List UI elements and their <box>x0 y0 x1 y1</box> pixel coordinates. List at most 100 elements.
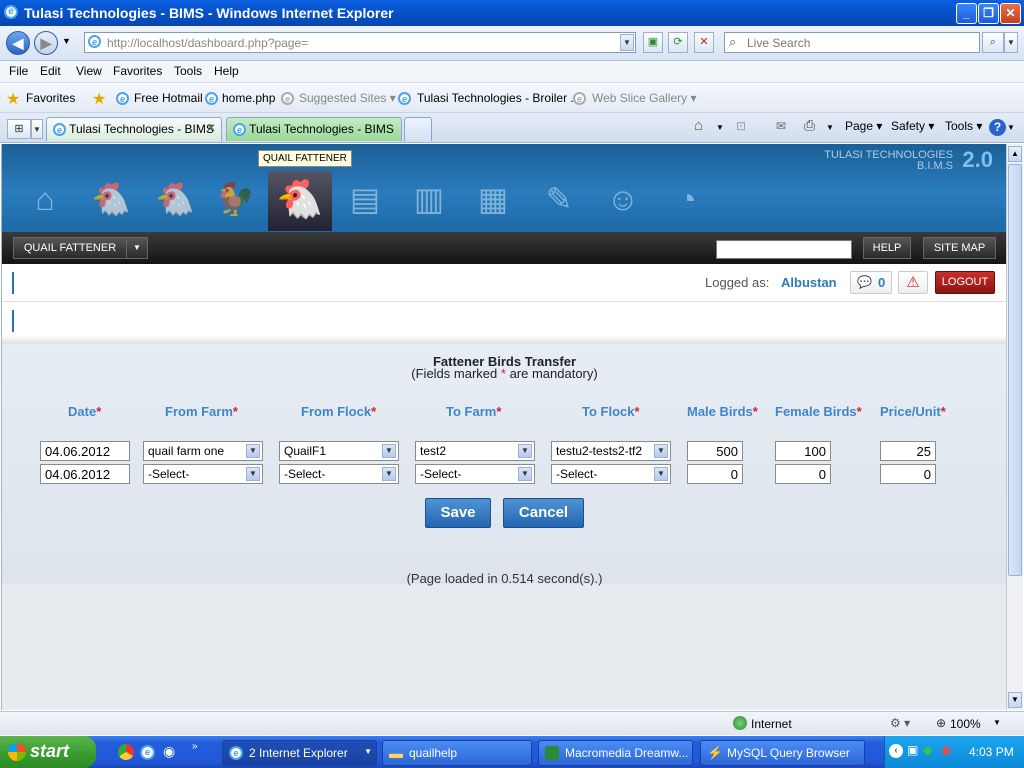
ie-quicklaunch-icon[interactable]: e <box>140 745 155 760</box>
date-input[interactable]: 04.06.2012 <box>40 464 130 484</box>
search-go-button[interactable]: ⌕ <box>982 32 1004 53</box>
male-birds-input[interactable]: 500 <box>687 441 743 461</box>
menu-file[interactable]: File <box>9 64 28 78</box>
menu-tools[interactable]: Tools <box>174 64 202 78</box>
logout-button[interactable]: LOGOUT <box>935 271 995 294</box>
taskbar-item-ie[interactable]: e 2 Internet Explorer ▼ <box>222 740 377 766</box>
from-farm-select[interactable]: quail farm one ▼ <box>143 441 263 461</box>
minimize-button[interactable]: _ <box>956 3 977 24</box>
tab-active[interactable]: e Tulasi Technologies - BIMS ✕ <box>46 117 222 141</box>
close-tab-icon[interactable]: ✕ <box>206 121 216 135</box>
farm-module-icon[interactable]: ⌂ <box>20 174 70 224</box>
to-flock-select[interactable]: testu2-tests2-tf2 ▼ <box>551 441 671 461</box>
volume-icon[interactable]: ◉ <box>941 743 951 757</box>
favorites-button[interactable]: Favorites <box>26 91 75 105</box>
network-icon[interactable]: ▣ <box>907 743 918 757</box>
chrome-icon[interactable] <box>118 744 134 760</box>
compatibility-icon[interactable]: ▣ <box>643 32 663 53</box>
report-module-icon[interactable]: ◔ <box>662 174 712 224</box>
home-icon[interactable]: ⌂ <box>694 117 703 134</box>
fav-home-php[interactable]: home.php <box>222 91 275 105</box>
add-favorite-icon[interactable]: ★ <box>92 89 106 109</box>
menu-favorites[interactable]: Favorites <box>113 64 162 78</box>
taskbar-item-mysql[interactable]: ⚡ MySQL Query Browser <box>700 740 865 766</box>
history-dropdown-icon[interactable]: ▼ <box>62 36 71 46</box>
layer-module-icon[interactable]: 🐓 <box>210 174 260 224</box>
menu-help[interactable]: Help <box>214 64 239 78</box>
home-dropdown-icon[interactable]: ▼ <box>716 123 724 132</box>
help-icon[interactable]: ? <box>989 119 1006 136</box>
male-birds-input[interactable]: 0 <box>687 464 743 484</box>
site-map-button[interactable]: SITE MAP <box>923 237 996 259</box>
print-icon[interactable]: ⎙ <box>804 117 815 134</box>
scroll-thumb[interactable] <box>1008 164 1022 576</box>
address-input[interactable]: e http://localhost/dashboard.php?page= ▼ <box>84 32 636 53</box>
alert-icon[interactable]: ⚠ <box>898 271 928 294</box>
scroll-down-icon[interactable]: ▼ <box>1008 692 1022 708</box>
print-dropdown-icon[interactable]: ▼ <box>826 123 834 132</box>
forward-button[interactable]: ▶ <box>34 31 58 55</box>
female-birds-input[interactable]: 0 <box>775 464 831 484</box>
from-farm-select[interactable]: -Select- ▼ <box>143 464 263 484</box>
taskbar-item-folder[interactable]: ▬ quailhelp <box>382 740 532 766</box>
to-farm-select[interactable]: -Select- ▼ <box>415 464 535 484</box>
to-flock-select[interactable]: -Select- ▼ <box>551 464 671 484</box>
broiler-module-icon[interactable]: 🐔 <box>150 174 200 224</box>
quicklaunch-more-icon[interactable]: » <box>192 741 198 752</box>
tools-menu[interactable]: Tools ▾ <box>945 119 982 133</box>
from-flock-select[interactable]: QuailF1 ▼ <box>279 441 399 461</box>
refresh-icon[interactable]: ⟳ <box>668 32 688 53</box>
scroll-up-icon[interactable]: ▲ <box>1008 146 1022 162</box>
search-options-icon[interactable]: ▼ <box>1004 32 1018 53</box>
messages-button[interactable]: 💬 0 <box>850 271 892 294</box>
wallet-module-icon[interactable]: ▤ <box>340 174 390 224</box>
to-farm-select[interactable]: test2 ▼ <box>415 441 535 461</box>
cancel-button[interactable]: Cancel <box>503 498 584 528</box>
live-search-input[interactable]: ⌕ Live Search <box>724 32 980 53</box>
back-button[interactable]: ◀ <box>6 31 30 55</box>
module-menu-button[interactable]: QUAIL FATTENER <box>13 237 127 259</box>
tray-expand-icon[interactable]: ‹ <box>889 744 903 758</box>
help-button[interactable]: HELP <box>863 237 911 259</box>
price-unit-input[interactable]: 25 <box>880 441 936 461</box>
fav-tulasi-broiler[interactable]: Tulasi Technologies - Broiler ... <box>417 91 580 105</box>
quail-fattener-module-icon[interactable]: 🐔 <box>268 171 332 231</box>
date-input[interactable]: 04.06.2012 <box>40 441 130 461</box>
female-birds-input[interactable]: 100 <box>775 441 831 461</box>
clock[interactable]: 4:03 PM <box>969 745 1014 759</box>
shopping-module-icon[interactable]: ▥ <box>404 174 454 224</box>
tab-list-icon[interactable]: ▼ <box>31 119 43 139</box>
tab-inactive[interactable]: e Tulasi Technologies - BIMS <box>226 117 402 141</box>
start-button[interactable]: start <box>0 736 96 768</box>
zoom-level[interactable]: 100% <box>950 717 981 731</box>
fav-free-hotmail[interactable]: Free Hotmail <box>134 91 203 105</box>
zoom-dropdown-icon[interactable]: ▼ <box>993 718 1001 727</box>
mail-icon[interactable]: ✉ <box>776 119 786 133</box>
close-window-button[interactable]: ✕ <box>1000 3 1021 24</box>
calculator-module-icon[interactable]: ▦ <box>468 174 518 224</box>
tray-app-icon[interactable]: ◆ <box>923 743 932 757</box>
help-dropdown-icon[interactable]: ▼ <box>1007 123 1015 132</box>
taskbar-item-dreamweaver[interactable]: Macromedia Dreamw... <box>538 740 693 766</box>
price-unit-input[interactable]: 0 <box>880 464 936 484</box>
module-menu-dropdown-icon[interactable]: ▼ <box>126 237 148 259</box>
vertical-scrollbar[interactable]: ▲ ▼ <box>1006 144 1023 710</box>
stop-icon[interactable]: ✕ <box>694 32 714 53</box>
safety-menu[interactable]: Safety ▾ <box>891 119 934 133</box>
maximize-button[interactable]: ❐ <box>978 3 999 24</box>
quick-tabs-icon[interactable]: ⊞ <box>7 119 31 139</box>
app-search-input[interactable] <box>716 240 852 259</box>
breeder-module-icon[interactable]: 🐔 <box>86 174 136 224</box>
address-dropdown-icon[interactable]: ▼ <box>620 34 634 51</box>
from-flock-select[interactable]: -Select- ▼ <box>279 464 399 484</box>
new-tab-button[interactable] <box>404 117 432 141</box>
quicklaunch-icon[interactable]: ◉ <box>163 743 175 760</box>
protected-mode-icon[interactable]: ⚙ ▾ <box>890 716 910 730</box>
menu-view[interactable]: View <box>76 64 102 78</box>
feeds-icon[interactable]: ⊡ <box>736 119 746 133</box>
menu-edit[interactable]: Edit <box>40 64 61 78</box>
fav-suggested-sites[interactable]: Suggested Sites ▾ <box>299 91 396 105</box>
document-module-icon[interactable]: ✎ <box>534 174 584 224</box>
window-title-bar[interactable]: e Tulasi Technologies - BIMS - Windows I… <box>0 0 1024 26</box>
page-menu[interactable]: Page ▾ <box>845 119 882 133</box>
